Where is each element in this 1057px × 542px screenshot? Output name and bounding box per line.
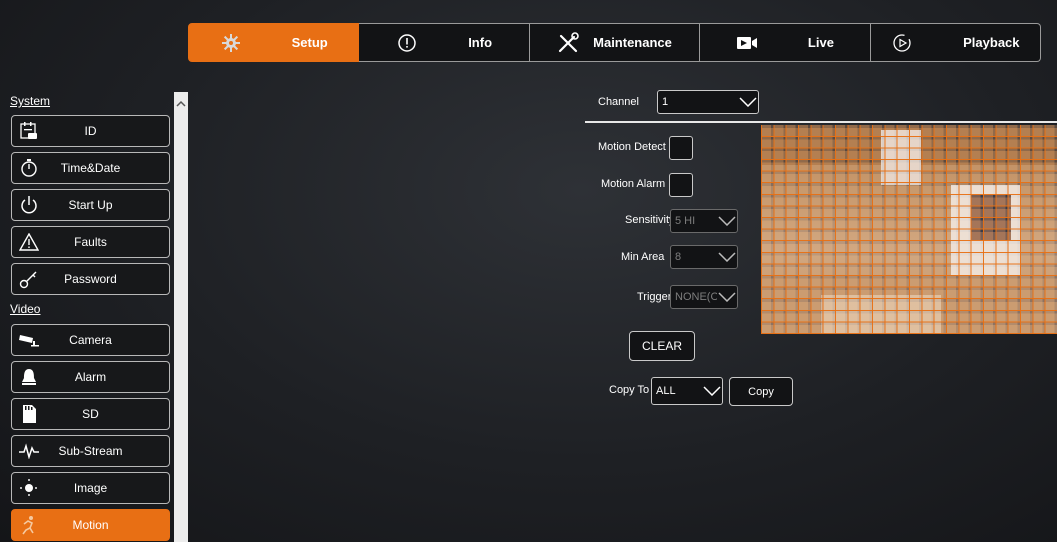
chevron-down-icon — [702, 378, 722, 404]
tab-label: Playback — [963, 35, 1020, 50]
sidebar-item-camera[interactable]: Camera — [11, 324, 170, 356]
sidebar-item-password[interactable]: Password — [11, 263, 170, 295]
sidebar-item-label: Camera — [69, 333, 112, 347]
min-area-label: Min Area — [621, 251, 665, 263]
tab-label: Live — [807, 35, 834, 50]
sidebar-item-id[interactable]: ID — [11, 115, 170, 147]
copy-button[interactable]: Copy — [729, 377, 793, 406]
motion-alarm-checkbox[interactable] — [669, 173, 693, 197]
trigger-value: NONE(O — [675, 291, 717, 303]
sidebar-item-start-up[interactable]: Start Up — [11, 189, 170, 221]
play-circle-icon — [891, 32, 913, 54]
warning-icon — [12, 233, 46, 251]
sidebar-item-label: Start Up — [68, 198, 113, 212]
sidebar-item-label: SD — [82, 407, 99, 421]
info-icon — [396, 32, 418, 54]
sidebar-item-sd[interactable]: SD — [11, 398, 170, 430]
bell-icon — [12, 367, 46, 387]
sidebar-item-label: Alarm — [74, 370, 107, 384]
chevron-up-icon[interactable] — [176, 96, 186, 107]
chevron-down-icon — [717, 210, 737, 232]
tab-label: Info — [468, 35, 493, 50]
tab-playback[interactable]: Playback — [870, 23, 1042, 62]
stopwatch-icon — [12, 158, 46, 178]
divider — [585, 121, 1057, 123]
tab-info[interactable]: Info — [359, 23, 530, 62]
sidebar-item-label: Time&Date — [60, 161, 121, 175]
copy-to-select[interactable]: ALL — [651, 377, 723, 405]
waveform-icon — [12, 443, 46, 459]
motion-alarm-label: Motion Alarm — [601, 178, 666, 190]
sensitivity-label: Sensitivity — [625, 214, 675, 226]
sidebar-item-alarm[interactable]: Alarm — [11, 361, 170, 393]
copy-to-label: Copy To — [609, 384, 650, 396]
sidebar-item-time-date[interactable]: Time&Date — [11, 152, 170, 184]
gear-icon — [220, 32, 242, 54]
chevron-down-icon — [717, 246, 737, 268]
channel-label: Channel — [598, 96, 639, 108]
tab-label: Setup — [291, 35, 328, 50]
section-label-video: Video — [10, 302, 41, 316]
tab-live[interactable]: Live — [700, 23, 871, 62]
tab-maintenance[interactable]: Maintenance — [529, 23, 701, 62]
top-nav: Setup Info Maintenance Live Playback — [188, 23, 1042, 62]
channel-select[interactable]: 1 — [657, 90, 759, 114]
sidebar-item-label: Image — [73, 481, 108, 495]
tab-label: Maintenance — [593, 35, 672, 50]
sensitivity-select[interactable]: 5 HI — [670, 209, 738, 233]
sidebar-item-label: Sub-Stream — [58, 444, 123, 458]
chevron-down-icon — [738, 91, 758, 113]
tools-icon — [557, 31, 579, 54]
video-camera-icon — [736, 32, 758, 54]
motion-detect-label: Motion Detect — [598, 141, 666, 153]
clear-button[interactable]: CLEAR — [629, 331, 695, 361]
sensitivity-value: 5 HI — [675, 215, 696, 227]
cctv-camera-icon — [12, 332, 46, 348]
key-icon — [12, 269, 46, 289]
min-area-select[interactable]: 8 — [670, 245, 738, 269]
sd-card-icon — [12, 404, 46, 424]
min-area-value: 8 — [675, 251, 682, 263]
sidebar-item-label: Motion — [72, 518, 109, 532]
sidebar-scrollbar[interactable] — [174, 92, 188, 542]
motion-area-preview[interactable] — [761, 125, 1057, 334]
sidebar-item-sub-stream[interactable]: Sub-Stream — [11, 435, 170, 467]
sidebar-item-label: ID — [84, 124, 97, 138]
trigger-label: Trigger — [637, 291, 672, 303]
sidebar-item-image[interactable]: Image — [11, 472, 170, 504]
motion-grid — [761, 125, 1057, 334]
section-label-system: System — [10, 94, 51, 108]
running-man-icon — [12, 515, 46, 535]
sidebar-item-motion[interactable]: Motion — [11, 509, 170, 541]
tab-setup[interactable]: Setup — [188, 23, 360, 62]
sidebar-item-label: Faults — [74, 235, 107, 249]
id-card-icon — [12, 121, 46, 141]
trigger-select[interactable]: NONE(O — [670, 285, 738, 309]
channel-value: 1 — [662, 96, 669, 108]
copy-to-value: ALL — [656, 385, 676, 397]
sidebar-item-faults[interactable]: Faults — [11, 226, 170, 258]
power-icon — [12, 195, 46, 215]
brightness-icon — [12, 478, 46, 498]
motion-detect-checkbox[interactable] — [669, 136, 693, 160]
sidebar-item-label: Password — [64, 272, 117, 286]
chevron-down-icon — [717, 286, 737, 308]
